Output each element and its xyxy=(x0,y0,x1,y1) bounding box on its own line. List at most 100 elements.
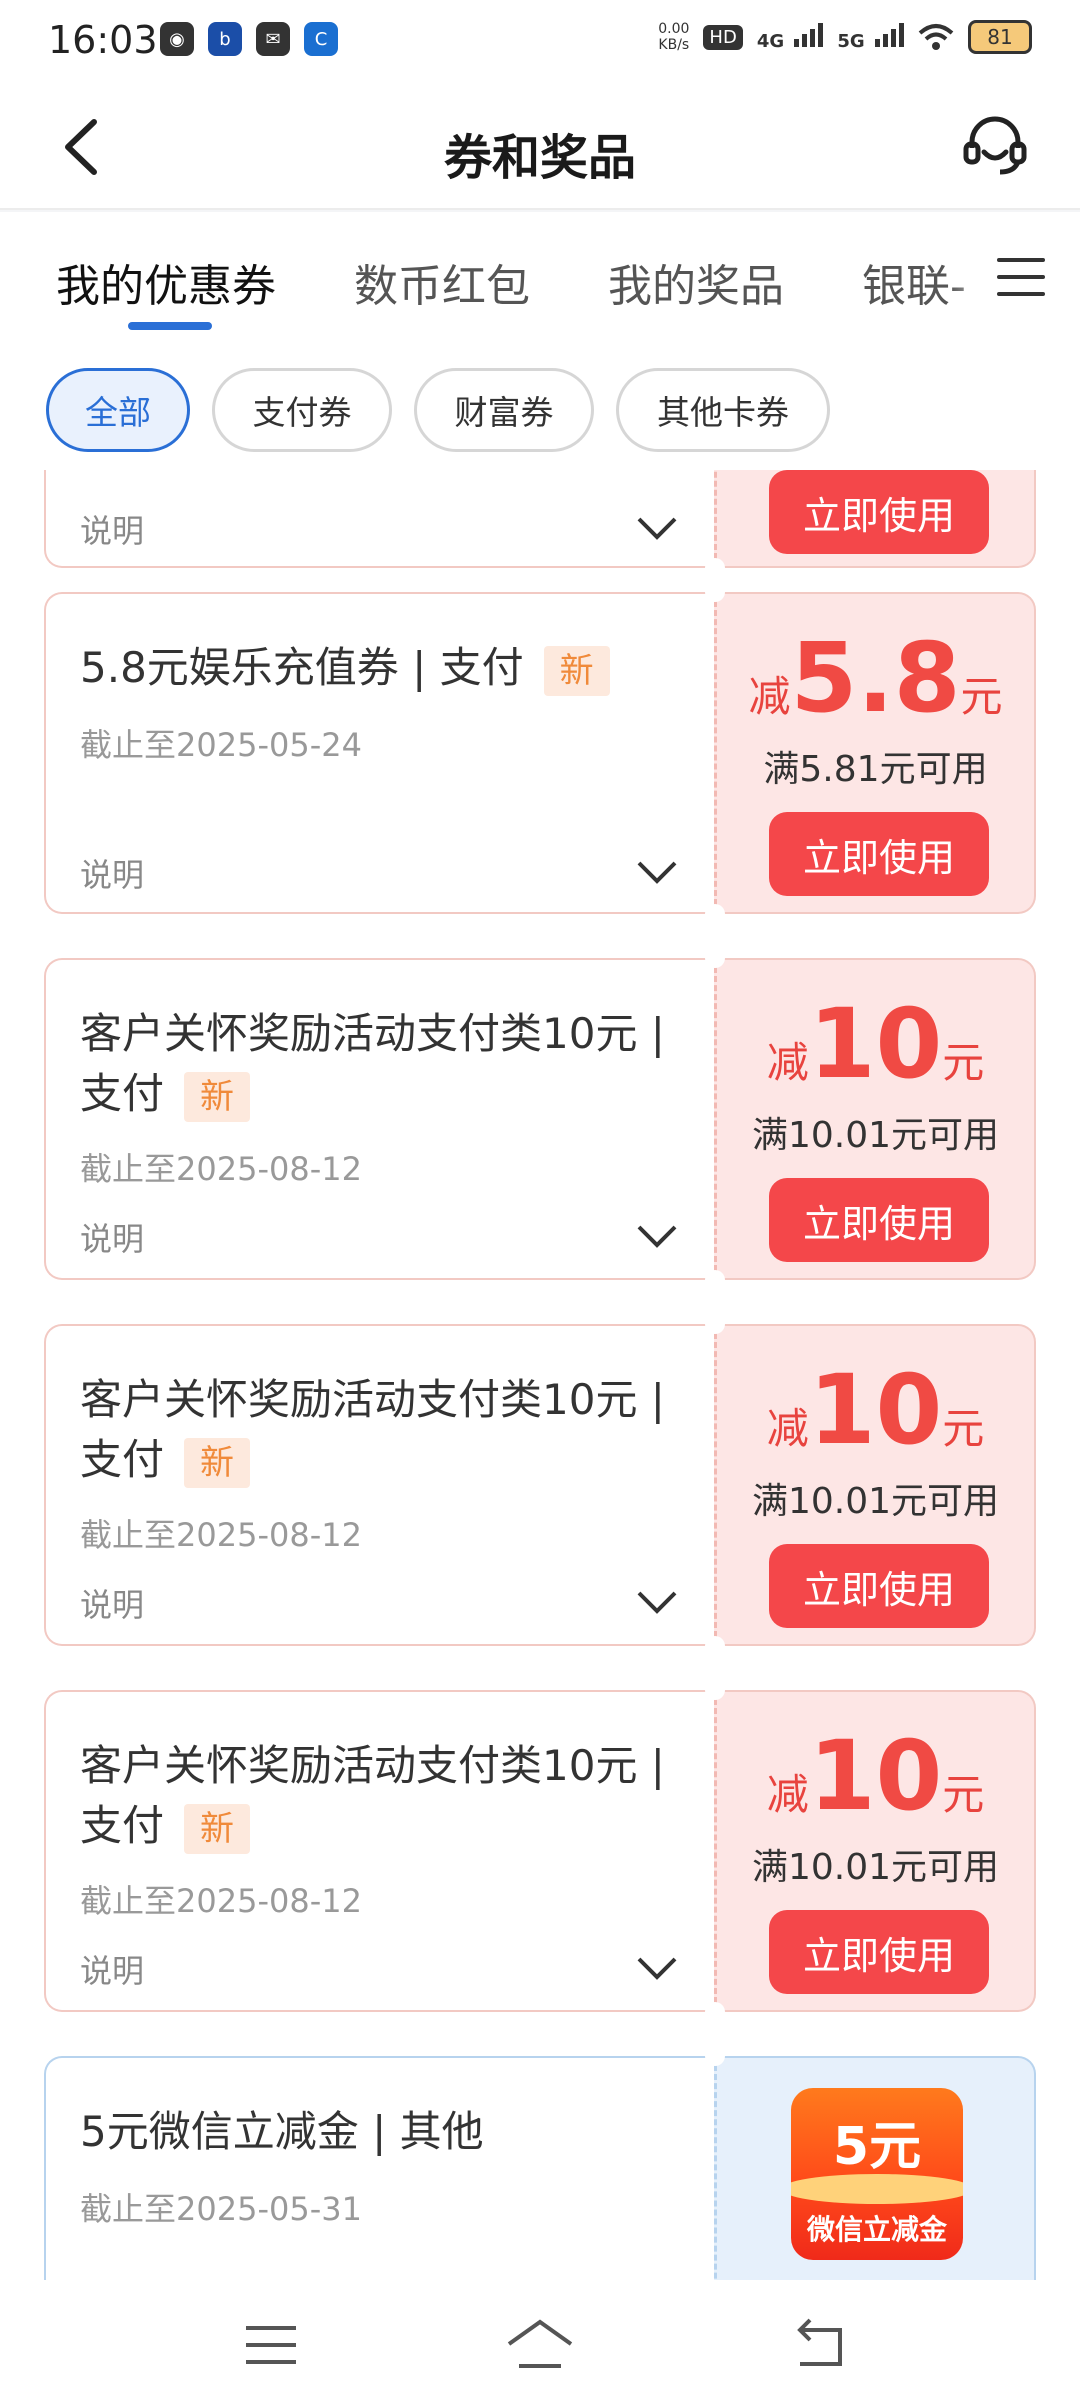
filter-all[interactable]: 全部 xyxy=(46,368,190,452)
coupon-desc-toggle[interactable]: 说明 xyxy=(80,1580,144,1626)
coupon-desc-toggle[interactable]: 说明 xyxy=(80,506,144,552)
signal-icon xyxy=(875,22,904,47)
coupon-title: 客户关怀奖励活动支付类10元 | 支付新 xyxy=(80,1736,680,1856)
coupon-title: 客户关怀奖励活动支付类10元 | 支付新 xyxy=(80,1370,680,1490)
coupon-amount: 减10元 xyxy=(717,1728,1034,1824)
status-time: 16:03 xyxy=(48,18,158,62)
coupon-amount: 减5.8元 xyxy=(717,630,1034,726)
chevron-down-icon[interactable] xyxy=(636,860,678,884)
use-now-button[interactable]: 立即使用 xyxy=(769,1178,989,1262)
coupon-notch xyxy=(705,1680,725,1700)
wechat-voucher-badge: 5元 微信立减金 xyxy=(791,2088,963,2260)
system-nav-bar xyxy=(0,2280,1080,2408)
tab-digital-red-packets[interactable]: 数币红包 xyxy=(354,250,530,314)
coupon-desc-toggle[interactable]: 说明 xyxy=(80,1214,144,1260)
use-now-button[interactable]: 立即使用 xyxy=(769,470,989,554)
coupon-value: 减10元 满10.01元可用 立即使用 xyxy=(714,1690,1036,2012)
coupon-info: 5元微信立减金 | 其他 截止至2025-05-31 xyxy=(44,2056,714,2280)
status-bar: 16:03 ◉ b ✉ C 0.00 KB/s HD 4G 5G 81 xyxy=(0,0,1080,84)
coupon-notch xyxy=(705,1270,725,1290)
chevron-down-icon[interactable] xyxy=(636,516,678,540)
new-badge: 新 xyxy=(543,645,610,696)
amount-number: 10 xyxy=(808,988,943,1100)
coupon-value: 5元 微信立减金 xyxy=(714,2056,1036,2280)
amount-number: 10 xyxy=(808,1720,943,1832)
coupon-value: 减10元 满10.01元可用 立即使用 xyxy=(714,958,1036,1280)
coupon-title: 客户关怀奖励活动支付类10元 | 支付新 xyxy=(80,1004,680,1124)
amount-unit: 元 xyxy=(942,1038,985,1087)
coupon-desc-toggle[interactable]: 说明 xyxy=(80,850,144,896)
coupon-title: 5元微信立减金 | 其他 xyxy=(80,2107,484,2156)
filter-payment-coupons[interactable]: 支付券 xyxy=(212,368,392,452)
new-badge: 新 xyxy=(184,1437,251,1488)
page-header: 券和奖品 xyxy=(0,84,1080,210)
coupon-info: 客户关怀奖励活动支付类10元 | 支付新 截止至2025-08-12 说明 xyxy=(44,1690,714,2012)
filter-wealth-coupons[interactable]: 财富券 xyxy=(414,368,594,452)
coupon-notch xyxy=(705,904,725,924)
chevron-down-icon[interactable] xyxy=(636,1956,678,1980)
use-now-button[interactable]: 立即使用 xyxy=(769,1544,989,1628)
coupon-notch xyxy=(705,2002,725,2022)
coupon-notch xyxy=(705,582,725,602)
home-icon[interactable] xyxy=(505,2310,575,2380)
amount-prefix: 减 xyxy=(766,1404,809,1453)
coupon-expiry: 截止至2025-05-31 xyxy=(80,2190,362,2228)
coupon-notch xyxy=(705,558,725,578)
coupon-value: 立即使用 xyxy=(714,470,1036,568)
new-badge: 新 xyxy=(184,1803,251,1854)
coupon-condition: 满10.01元可用 xyxy=(751,1481,1000,1522)
coupon-tabs: 我的优惠券 数币红包 我的奖品 银联- xyxy=(0,212,1080,340)
coupon-desc-toggle[interactable]: 说明 xyxy=(80,1946,144,1992)
coupon-card: 客户关怀奖励活动支付类10元 | 支付新 截止至2025-08-12 说明 减1… xyxy=(44,1680,1036,2022)
amount-unit: 元 xyxy=(942,1770,985,1819)
back-icon[interactable] xyxy=(786,2310,856,2380)
coupon-notch xyxy=(705,2046,725,2066)
net-speed: 0.00 KB/s xyxy=(658,21,689,53)
use-now-button[interactable]: 立即使用 xyxy=(769,812,989,896)
app-icon: b xyxy=(208,22,242,56)
tab-my-coupons[interactable]: 我的优惠券 xyxy=(56,250,276,314)
filter-other-cards[interactable]: 其他卡券 xyxy=(616,368,830,452)
amount-prefix: 减 xyxy=(766,1770,809,1819)
chevron-down-icon[interactable] xyxy=(636,1224,678,1248)
coupon-info: 客户关怀奖励活动支付类10元 | 支付新 截止至2025-08-12 说明 xyxy=(44,958,714,1280)
coupon-condition: 满10.01元可用 xyxy=(751,1847,1000,1888)
coupon-expiry: 截止至2025-08-12 xyxy=(80,1882,362,1920)
message-icon: ✉ xyxy=(256,22,290,56)
coupon-title-text: 客户关怀奖励活动支付类10元 | 支付 xyxy=(80,1009,665,1118)
wechat-icon: ◉ xyxy=(160,22,194,56)
coupon-info: 客户关怀奖励活动支付类10元 | 支付新 截止至2025-08-12 说明 xyxy=(44,1324,714,1646)
page-title: 券和奖品 xyxy=(443,130,636,186)
coupon-amount: 减10元 xyxy=(717,996,1034,1092)
filter-chips: 全部 支付券 财富券 其他卡券 xyxy=(0,340,1080,470)
menu-icon[interactable] xyxy=(236,2310,306,2380)
coupon-card: 5元微信立减金 | 其他 截止至2025-05-31 5元 微信立减金 xyxy=(44,2046,1036,2280)
customer-service-icon[interactable] xyxy=(962,112,1028,178)
coupon-condition: 满5.81元可用 xyxy=(763,749,988,790)
coupon-title-text: 客户关怀奖励活动支付类10元 | 支付 xyxy=(80,1375,665,1484)
amount-number: 10 xyxy=(808,1354,943,1466)
amount-prefix: 减 xyxy=(766,1038,809,1087)
bank-app-icon: C xyxy=(304,22,338,56)
coupon-notch xyxy=(705,948,725,968)
tab-my-prizes[interactable]: 我的奖品 xyxy=(608,250,784,314)
wechat-voucher-wave xyxy=(791,2174,963,2204)
battery-icon: 81 xyxy=(968,20,1032,54)
net-speed-value: 0.00 xyxy=(658,21,690,37)
coupon-info: 5.8元娱乐充值券 | 支付新 截止至2025-05-24 说明 xyxy=(44,592,714,914)
chevron-down-icon[interactable] xyxy=(636,1590,678,1614)
status-indicators: 0.00 KB/s HD 4G 5G 81 xyxy=(658,20,1032,54)
coupon-expiry: 截止至2025-08-12 xyxy=(80,1150,362,1188)
new-badge: 新 xyxy=(184,1071,251,1122)
coupon-title-text: 5.8元娱乐充值券 | 支付 xyxy=(80,643,524,692)
coupon-card: 客户关怀奖励活动支付类10元 | 支付新 截止至2025-08-12 说明 减1… xyxy=(44,948,1036,1290)
coupon-expiry: 截止至2025-05-24 xyxy=(80,726,362,764)
use-now-button[interactable]: 立即使用 xyxy=(769,1910,989,1994)
wechat-voucher-label: 微信立减金 xyxy=(806,2213,947,2246)
wechat-voucher-amount: 5元 xyxy=(832,2117,922,2177)
coupon-title-text: 客户关怀奖励活动支付类10元 | 支付 xyxy=(80,1741,665,1850)
tab-active-indicator xyxy=(128,322,212,330)
amount-number: 5.8 xyxy=(790,622,961,734)
tab-menu-icon[interactable] xyxy=(996,252,1046,302)
coupon-amount: 减10元 xyxy=(717,1362,1034,1458)
